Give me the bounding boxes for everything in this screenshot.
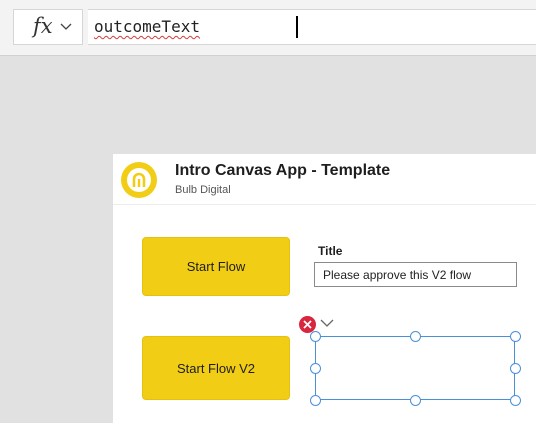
app-canvas: Intro Canvas App - Template Bulb Digital…: [113, 154, 536, 423]
fx-label: fx: [33, 14, 53, 38]
resize-handle-right[interactable]: [510, 363, 521, 374]
formula-input[interactable]: outcomeText: [88, 9, 536, 45]
resize-handle-top[interactable]: [410, 331, 421, 342]
app-header: Intro Canvas App - Template Bulb Digital: [113, 154, 536, 205]
formula-bar-divider: [0, 55, 536, 56]
title-input[interactable]: Please approve this V2 flow: [314, 262, 517, 287]
chevron-down-icon: [60, 23, 72, 30]
title-label: Title: [318, 244, 343, 258]
resize-handle-top-left[interactable]: [310, 331, 321, 342]
formula-text: outcomeText: [94, 17, 200, 36]
title-input-value: Please approve this V2 flow: [323, 268, 472, 282]
app-subtitle: Bulb Digital: [175, 184, 231, 196]
formula-bar: fx outcomeText: [0, 0, 536, 55]
property-function-dropdown[interactable]: fx: [13, 9, 83, 45]
resize-handle-bottom[interactable]: [410, 395, 421, 406]
resize-handle-bottom-left[interactable]: [310, 395, 321, 406]
chevron-down-icon[interactable]: [320, 319, 334, 328]
resize-handle-bottom-right[interactable]: [510, 395, 521, 406]
bulb-logo-icon: [121, 162, 157, 198]
resize-handle-top-right[interactable]: [510, 331, 521, 342]
resize-handle-left[interactable]: [310, 363, 321, 374]
text-caret: [296, 16, 298, 38]
selected-control[interactable]: [315, 336, 515, 400]
app-title: Intro Canvas App - Template: [175, 162, 391, 179]
start-flow-button[interactable]: Start Flow: [142, 237, 290, 296]
start-flow-v2-button[interactable]: Start Flow V2: [142, 336, 290, 400]
